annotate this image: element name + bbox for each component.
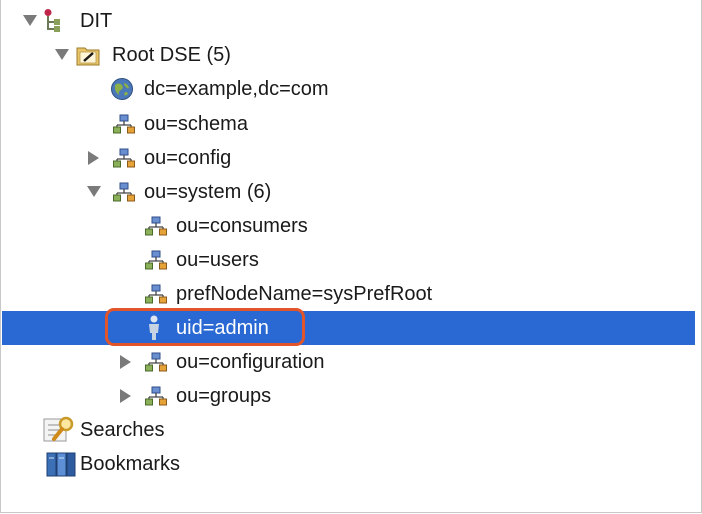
collapsed-arrow-icon[interactable] <box>86 141 102 175</box>
tree-item-label: ou=system (6) <box>144 181 272 203</box>
highlight-annotation <box>105 308 305 346</box>
tree-item-ou-groups[interactable]: ou=groups <box>2 379 695 413</box>
folder-edit-icon <box>76 38 100 72</box>
bookmarks-icon <box>44 447 78 481</box>
expanded-arrow-icon[interactable] <box>22 4 38 38</box>
org-unit-icon <box>112 175 136 209</box>
tree-item-label: DIT <box>80 10 113 32</box>
tree-item-label: ou=configuration <box>176 351 325 373</box>
org-unit-icon <box>144 277 168 311</box>
tree-item-dc-example[interactable]: dc=example,dc=com <box>2 72 695 106</box>
tree-item-ou-config[interactable]: ou=config <box>2 141 695 175</box>
globe-icon <box>110 72 134 106</box>
tree-item-label: ou=consumers <box>176 215 308 237</box>
tree-item-ou-schema[interactable]: ou=schema <box>2 107 695 141</box>
tree-item-label: prefNodeName=sysPrefRoot <box>176 283 433 305</box>
org-unit-icon <box>144 345 168 379</box>
collapsed-arrow-icon[interactable] <box>118 345 134 379</box>
expanded-arrow-icon[interactable] <box>86 175 102 209</box>
org-unit-icon <box>112 107 136 141</box>
tree-item-label: ou=schema <box>144 113 248 135</box>
tree-item-ou-users[interactable]: ou=users <box>2 243 695 277</box>
tree-item-searches[interactable]: Searches <box>2 413 695 447</box>
org-unit-icon <box>144 209 168 243</box>
tree-item-label: ou=users <box>176 249 259 271</box>
tree-item-pref-node[interactable]: prefNodeName=sysPrefRoot <box>2 277 695 311</box>
dit-root-icon <box>40 4 64 38</box>
tree-item-bookmarks[interactable]: Bookmarks <box>2 447 695 481</box>
searches-icon <box>42 413 78 447</box>
tree-item-label: ou=groups <box>176 385 272 407</box>
ldap-browser-tree: DIT Root DSE (5) dc=example,dc=com ou=sc… <box>0 0 702 513</box>
expanded-arrow-icon[interactable] <box>54 38 70 72</box>
tree-item-label: Root DSE (5) <box>112 44 231 66</box>
org-unit-icon <box>112 141 136 175</box>
tree-item-label: Bookmarks <box>80 453 181 475</box>
tree-item-label: ou=config <box>144 147 232 169</box>
tree-item-ou-system[interactable]: ou=system (6) <box>2 175 695 209</box>
org-unit-icon <box>144 379 168 413</box>
tree-item-ou-configuration[interactable]: ou=configuration <box>2 345 695 379</box>
tree-item-dit[interactable]: DIT <box>2 4 695 38</box>
tree-item-ou-consumers[interactable]: ou=consumers <box>2 209 695 243</box>
tree-item-label: Searches <box>80 419 165 441</box>
tree-item-root-dse[interactable]: Root DSE (5) <box>2 38 695 72</box>
collapsed-arrow-icon[interactable] <box>118 379 134 413</box>
tree-item-label: dc=example,dc=com <box>144 78 329 100</box>
org-unit-icon <box>144 243 168 277</box>
